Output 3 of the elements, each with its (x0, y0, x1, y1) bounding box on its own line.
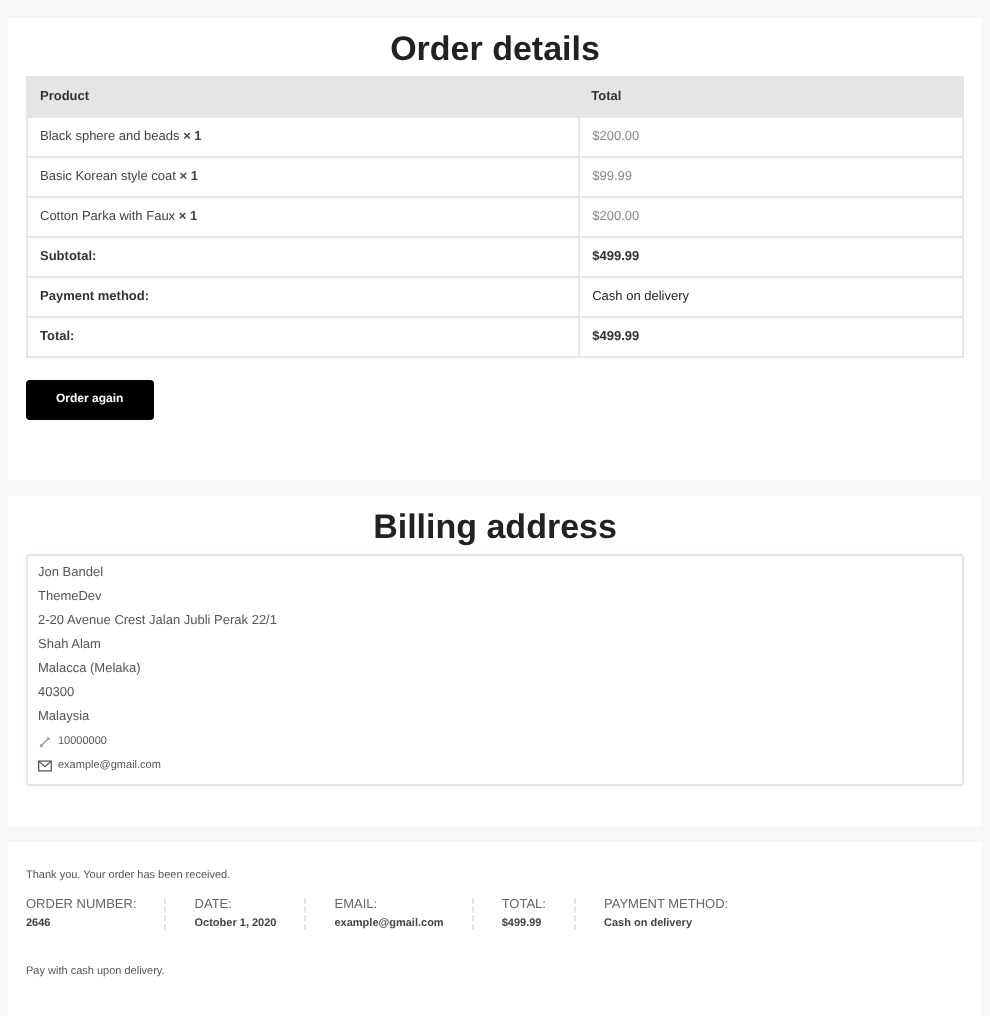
envelope-icon (38, 760, 52, 772)
section-title: Order details (388, 30, 602, 70)
section-title: Billing address (371, 508, 619, 548)
